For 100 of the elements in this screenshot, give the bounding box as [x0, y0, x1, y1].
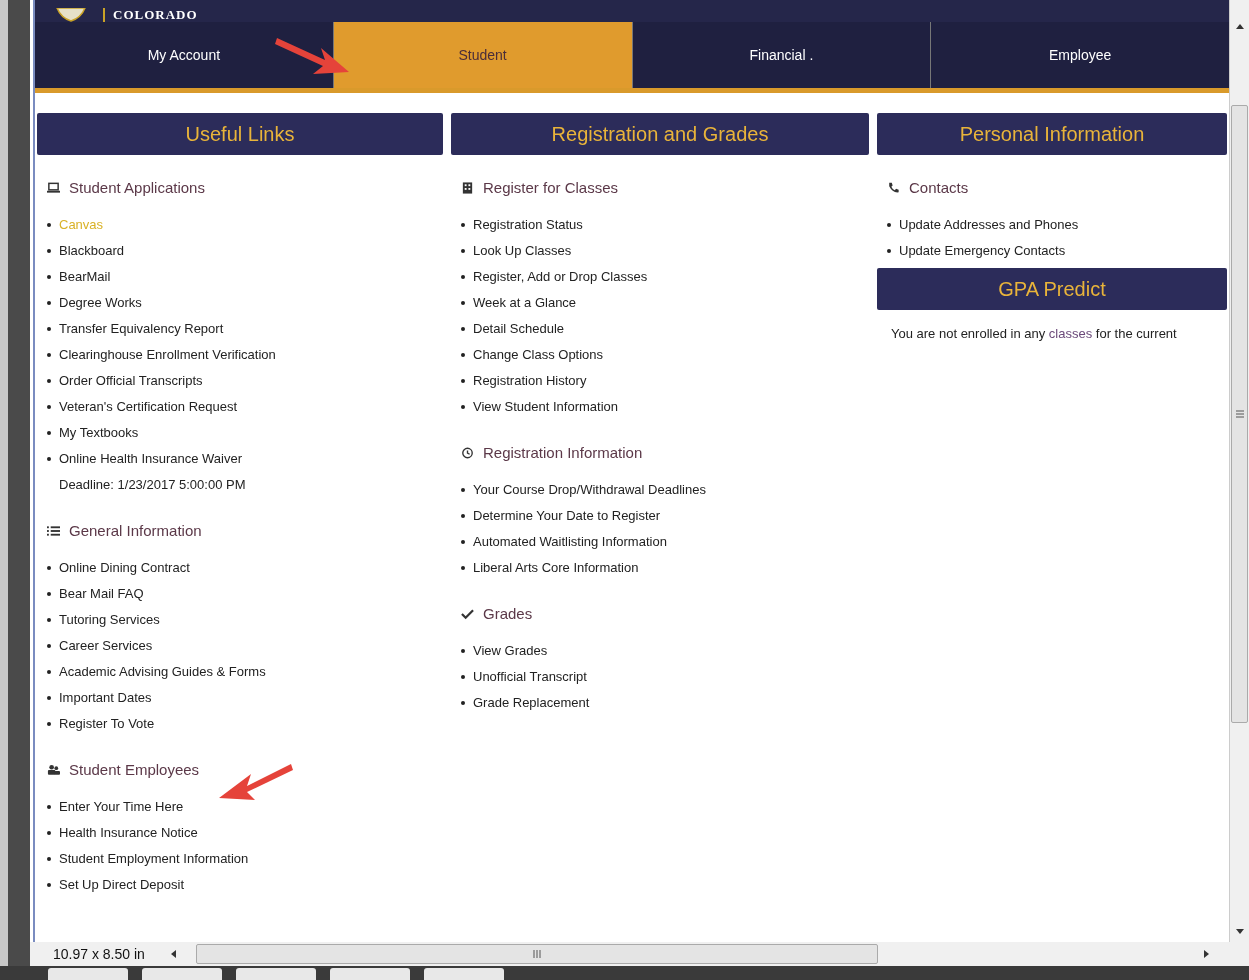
link-item[interactable]: Transfer Equivalency Report: [59, 316, 224, 342]
bullet-icon: [887, 249, 891, 253]
link-item[interactable]: Online Dining Contract: [59, 555, 190, 581]
scroll-up-icon[interactable]: [1235, 24, 1244, 29]
link-item[interactable]: Blackboard: [59, 238, 125, 264]
taskbar-button[interactable]: [142, 968, 222, 980]
bullet-icon: [47, 275, 51, 279]
taskbar-button[interactable]: [48, 968, 128, 980]
link-item[interactable]: Tutoring Services: [59, 607, 160, 633]
page-size-label: 10.97 x 8.50 in: [52, 946, 146, 962]
link-item[interactable]: Order Official Transcripts: [59, 368, 203, 394]
link-item[interactable]: Detail Schedule: [473, 316, 565, 342]
nav-tab[interactable]: Financial .: [632, 22, 932, 88]
link-item[interactable]: Clearinghouse Enrollment Verification: [59, 342, 276, 368]
checkmark-icon: [461, 607, 474, 620]
panel-header: Useful Links: [37, 113, 443, 155]
bullet-icon: [47, 223, 51, 227]
link-item[interactable]: Update Addresses and Phones: [899, 212, 1079, 238]
bullet-icon: [47, 431, 51, 435]
bullet-icon: [461, 327, 465, 331]
bullet-icon: [461, 649, 465, 653]
bullet-icon: [47, 883, 51, 887]
link-item[interactable]: Update Emergency Contacts: [899, 238, 1066, 264]
bullet-icon: [461, 275, 465, 279]
bullet-icon: [461, 540, 465, 544]
bullet-icon: [47, 696, 51, 700]
link-item[interactable]: Unofficial Transcript: [473, 664, 587, 690]
users-icon: [47, 763, 60, 776]
bullet-icon: [887, 223, 891, 227]
panel-header: GPA Predict: [877, 268, 1227, 310]
link-item[interactable]: Change Class Options: [473, 342, 604, 368]
section-heading: Contacts: [909, 179, 969, 196]
horizontal-scroll-thumb[interactable]: [195, 944, 878, 964]
deadline-note: Deadline: 1/23/2017 5:00:00 PM: [59, 476, 246, 494]
scroll-thumb[interactable]: [1231, 105, 1248, 723]
phone-icon: [887, 181, 900, 194]
section-heading: Student Applications: [69, 179, 205, 196]
bullet-icon: [47, 857, 51, 861]
link-item[interactable]: View Grades: [473, 638, 548, 664]
bullet-icon: [47, 566, 51, 570]
bullet-icon: [47, 457, 51, 461]
bullet-icon: [47, 592, 51, 596]
bullet-icon: [47, 831, 51, 835]
taskbar-button[interactable]: [236, 968, 316, 980]
nav-tab[interactable]: Employee: [931, 22, 1229, 88]
bullet-icon: [47, 353, 51, 357]
scroll-down-icon[interactable]: [1235, 929, 1244, 934]
vertical-scrollbar[interactable]: [1229, 0, 1249, 942]
link-item[interactable]: Set Up Direct Deposit: [59, 872, 184, 898]
taskbar-button[interactable]: [424, 968, 504, 980]
link-item[interactable]: Determine Your Date to Register: [473, 503, 661, 529]
section-heading: General Information: [69, 522, 202, 539]
list-icon: [47, 524, 60, 537]
link-item[interactable]: Register To Vote: [59, 711, 155, 737]
bullet-icon: [47, 670, 51, 674]
bullet-icon: [461, 405, 465, 409]
link-item[interactable]: Enter Your Time Here: [59, 794, 184, 820]
bullet-icon: [461, 379, 465, 383]
link-item[interactable]: BearMail: [59, 264, 111, 290]
section-heading: Registration Information: [483, 444, 643, 461]
link-item[interactable]: View Student Information: [473, 394, 618, 420]
taskbar-button[interactable]: [330, 968, 410, 980]
link-item[interactable]: Important Dates: [59, 685, 152, 711]
link-item[interactable]: Your Course Drop/Withdrawal Deadlines: [473, 477, 706, 503]
link-item[interactable]: Bear Mail FAQ: [59, 581, 144, 607]
bullet-icon: [47, 805, 51, 809]
section-heading: Student Employees: [69, 761, 200, 778]
bullet-icon: [47, 644, 51, 648]
gpa-message: You are not enrolled in any classes for the current: [890, 325, 1178, 343]
building-icon: [461, 181, 474, 194]
bullet-icon: [461, 301, 465, 305]
scroll-left-icon[interactable]: [170, 950, 176, 958]
link-item[interactable]: Career Services: [59, 633, 153, 659]
bullet-icon: [461, 223, 465, 227]
link-item[interactable]: Veteran's Certification Request: [59, 394, 238, 420]
link-item[interactable]: Register, Add or Drop Classes: [473, 264, 648, 290]
laptop-icon: [47, 181, 60, 194]
scroll-right-icon[interactable]: [1204, 950, 1209, 958]
link-item[interactable]: Automated Waitlisting Information: [473, 529, 667, 555]
link-item[interactable]: Liberal Arts Core Information: [473, 555, 639, 581]
link-item[interactable]: Grade Replacement: [473, 690, 590, 716]
bullet-icon: [47, 618, 51, 622]
link-item[interactable]: Registration Status: [473, 212, 583, 238]
section-heading: Register for Classes: [483, 179, 619, 196]
nav-tab[interactable]: Student: [333, 22, 633, 88]
link-item[interactable]: Registration History: [473, 368, 587, 394]
banner-title: COLORADO: [113, 8, 198, 22]
classes-link[interactable]: classes: [1048, 326, 1093, 341]
bullet-icon: [47, 379, 51, 383]
link-item[interactable]: Week at a Glance: [473, 290, 577, 316]
bullet-icon: [47, 405, 51, 409]
link-item[interactable]: Look Up Classes: [473, 238, 572, 264]
link-item[interactable]: Student Employment Information: [59, 846, 249, 872]
section-heading: Grades: [483, 605, 533, 622]
link-item[interactable]: Online Health Insurance Waiver: [59, 446, 246, 472]
link-item[interactable]: My Textbooks: [59, 420, 139, 446]
bullet-icon: [47, 301, 51, 305]
link-item[interactable]: Degree Works: [59, 290, 142, 316]
link-item[interactable]: Health Insurance Notice: [59, 820, 198, 846]
link-item[interactable]: Academic Advising Guides & Forms: [59, 659, 266, 685]
